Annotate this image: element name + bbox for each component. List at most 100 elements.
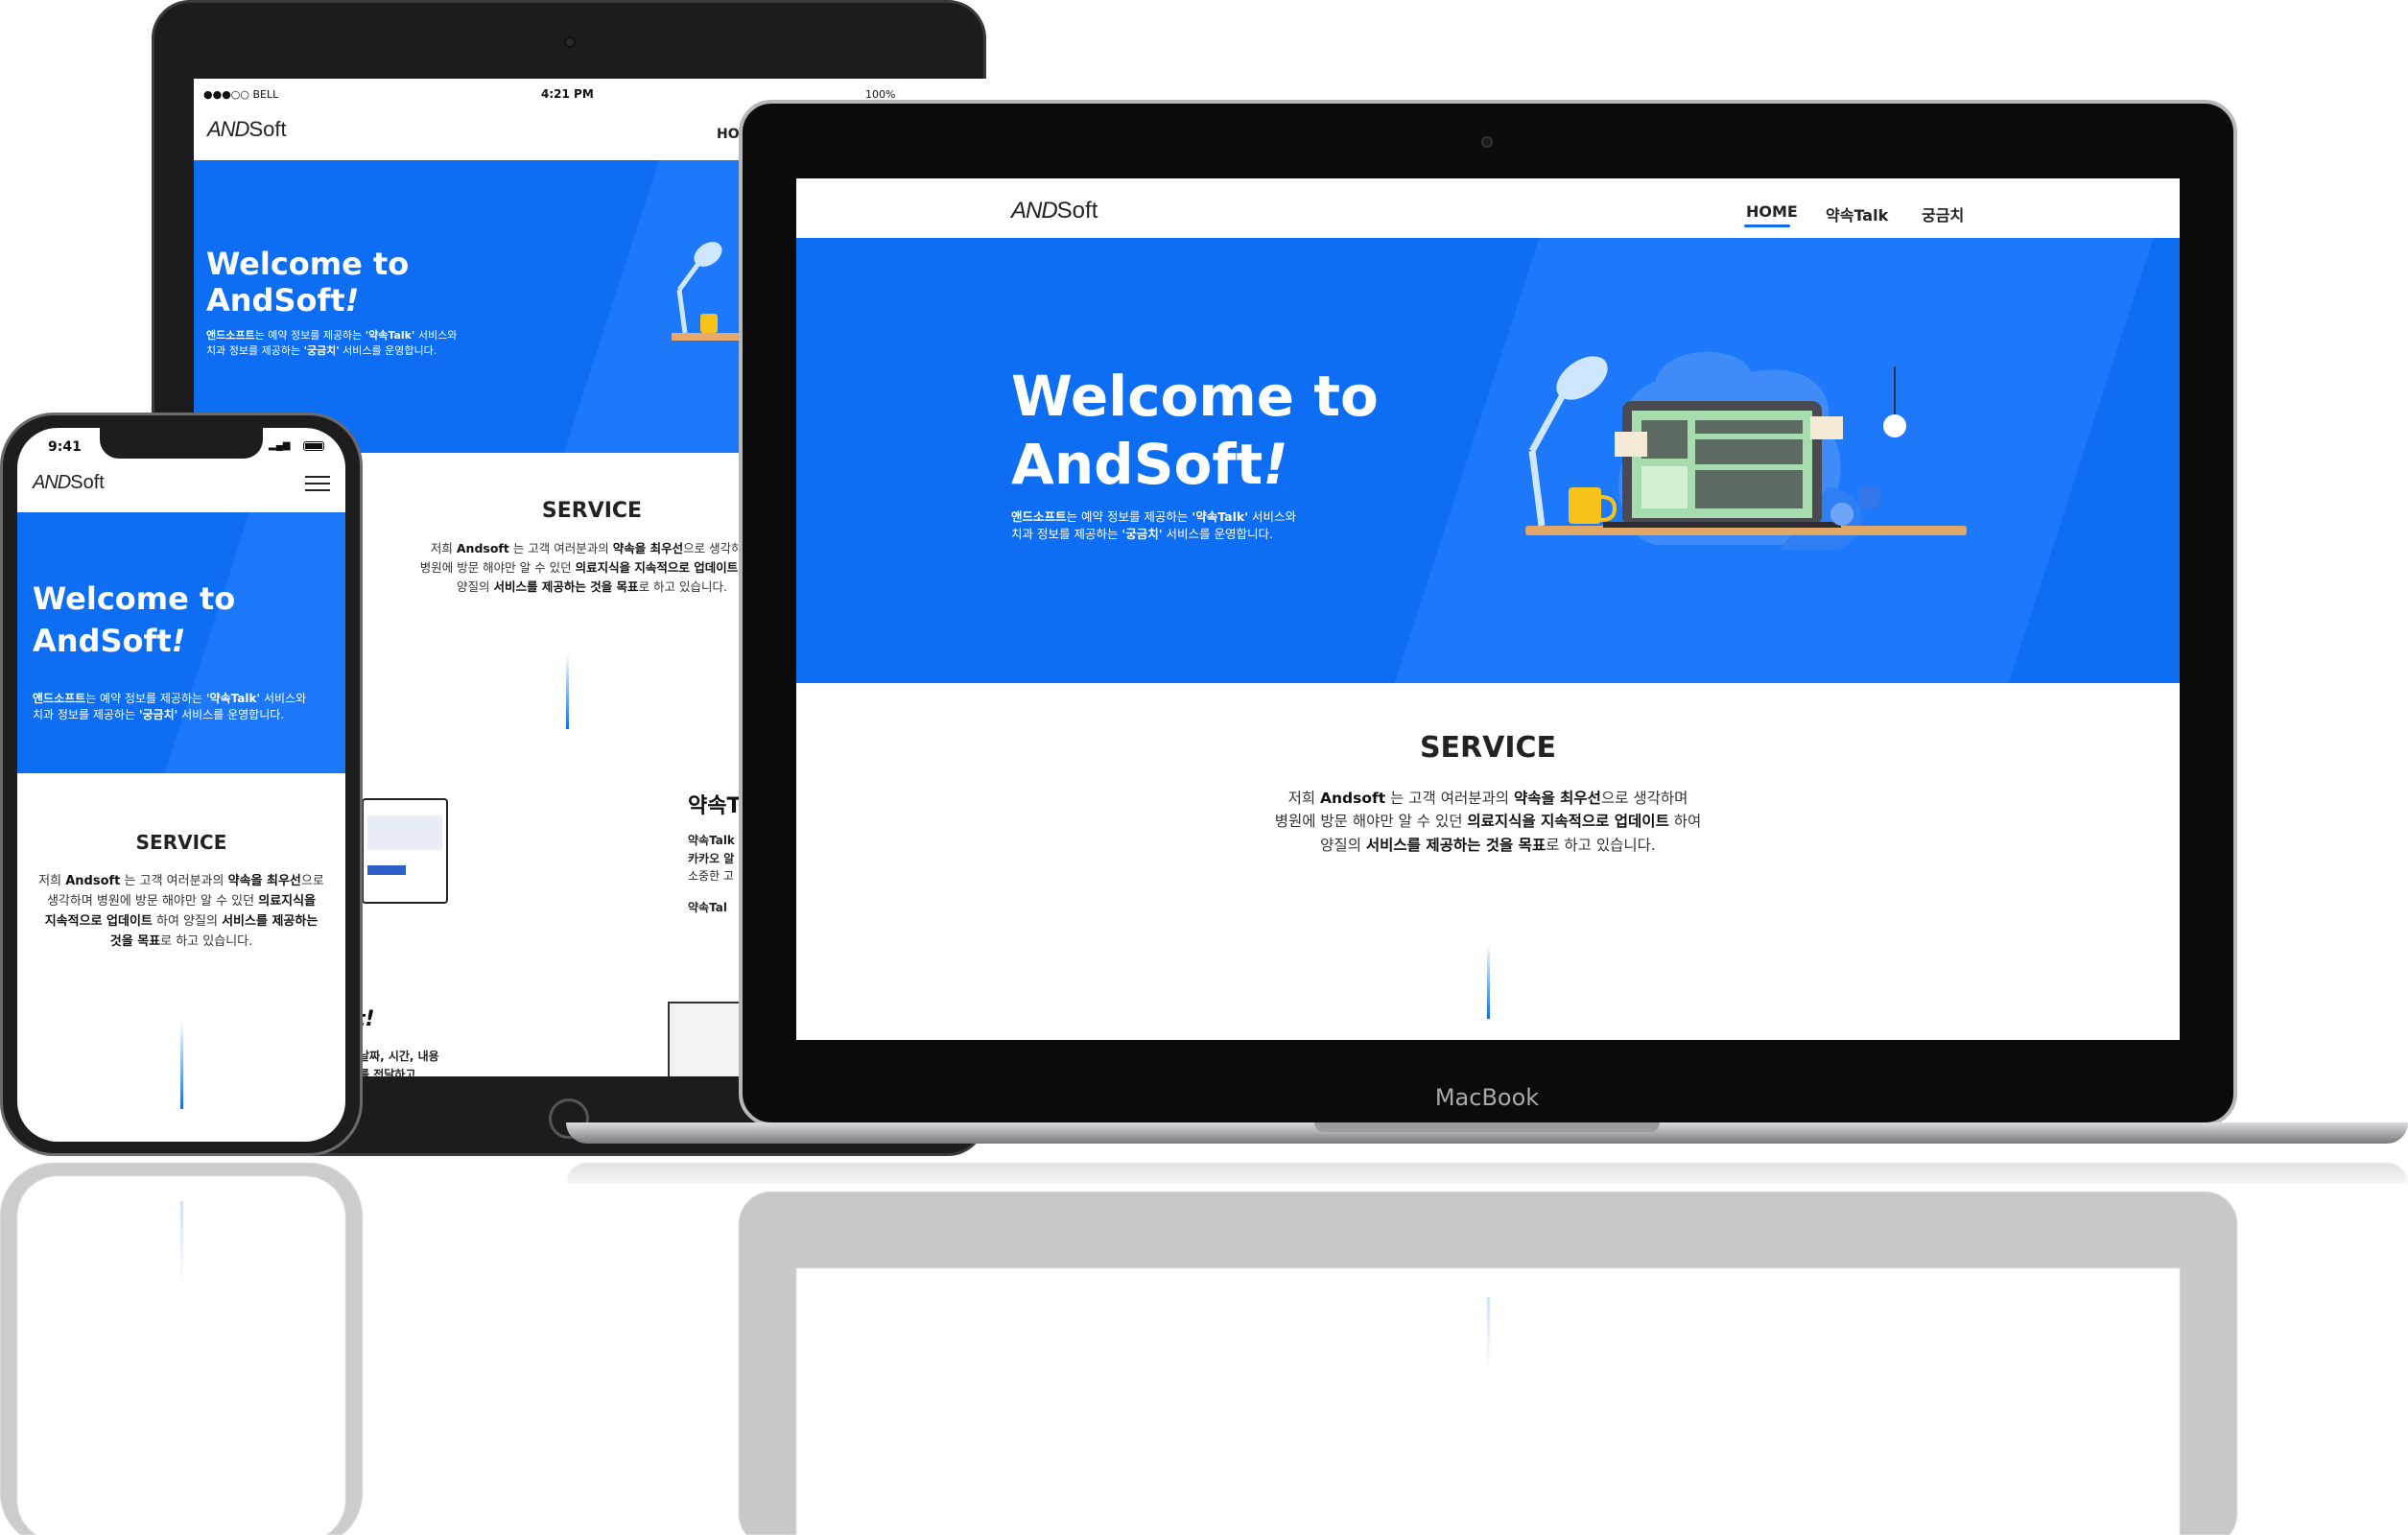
laptop-service-heading: SERVICE [1419,731,1557,765]
bold-segment: 앤드소프트 [1011,509,1067,524]
text-segment: 하여 양질의 [152,914,223,930]
logo-and: AND [207,117,249,141]
text-segment: 치과 정보를 제공하는 [206,343,304,357]
laptop-scroll-indicator [1487,944,1490,1019]
text-segment: 저희 [38,874,66,888]
phone-logo[interactable]: ANDSoft [33,472,105,494]
text-line: 양질의 서비스를 제공하는 것을 목표로 하고 있습니다. [796,834,2180,857]
text-segment: 는 고객 여러분과의 [1385,790,1514,807]
laptop-brand-label: MacBook [1434,1084,1540,1111]
text-segment: 는 고객 여러분과의 [508,541,613,555]
laptop-hero: Welcome to AndSoft! 앤드소프트는 예약 정보를 제공하는 '… [796,238,2180,683]
laptop-camera [1481,136,1493,148]
nav-item-yaksok-talk[interactable]: 약속Talk [1826,202,1888,225]
partial-line: 약속Talk [688,834,735,847]
bold-segment: 것을 목표 [109,934,161,950]
tablet-logo[interactable]: ANDSoft [207,117,287,142]
text-segment: 로 하고 있습니다. [1546,836,1656,854]
text-segment: 는 예약 정보를 제공하는 [1066,509,1192,524]
text-segment: 저희 [1287,790,1321,807]
logo-and: AND [33,472,71,493]
hero-title-line2: AndSoft! [1011,431,1379,499]
text-segment: 는 예약 정보를 제공하는 [85,692,206,705]
text-segment: 병원에 방문 해야만 알 수 있던 [1274,813,1468,831]
hero-title-line1: Welcome to [206,246,410,282]
bold-segment: 약속을 최우선 [1513,790,1601,807]
partial-line: 카카오 알 [688,851,735,865]
bold-segment: '궁금치' [303,343,340,357]
partial-bottom-line: 를 전달하고 [359,1068,416,1076]
bold-segment: '궁금치' [1121,527,1163,542]
bold-segment: '약속Talk' [1192,509,1249,524]
hero-title-mark: ! [344,281,360,319]
text-line: 치과 정보를 제공하는 '궁금치' 서비스를 운영합니다. [206,343,457,359]
tablet-status-time: 4:21 PM [541,87,594,101]
phone-hero: Welcome to AndSoft! 앤드소프트는 예약 정보를 제공하는 '… [17,512,345,773]
laptop-illustration [1525,351,1967,550]
bold-segment: '궁금치' [138,708,178,722]
text-segment: 치과 정보를 제공하는 [33,708,139,722]
bold-segment: 지속적으로 업데이트 [44,914,153,930]
spider-icon [1883,414,1906,437]
tablet-camera [564,36,576,48]
text-line: 치과 정보를 제공하는 '궁금치' 서비스를 운영합니다. [1011,526,1296,543]
bold-segment: 의료지식을 [258,894,317,909]
bold-segment: 서비스를 제공하는 것을 목표 [1365,836,1546,854]
bold-segment: 의료지식을 지속적으로 업데이트 [575,560,739,575]
tablet-partial-bottom: 날짜, 시간, 내용 를 전달하고 [359,1048,439,1076]
phone-hero-desc: 앤드소프트는 예약 정보를 제공하는 '약속Talk' 서비스와 치과 정보를 제… [33,691,306,724]
bold-segment: '약속Talk' [365,329,415,342]
text-line: 지속적으로 업데이트 하여 양질의 서비스를 제공하는 [25,911,338,932]
coffee-mug-icon [1569,487,1601,524]
text-line: 앤드소프트는 예약 정보를 제공하는 '약속Talk' 서비스와 [1011,508,1296,526]
partial-bottom-line: 날짜, 시간, 내용 [359,1050,439,1063]
bold-segment: '약속Talk' [205,692,261,705]
text-segment: 서비스와 [414,329,458,342]
nav-item-gunggeumchi[interactable]: 궁금치 [1922,202,1964,225]
bold-segment: 서비스를 제공하는 [222,914,319,930]
battery-icon [303,441,324,451]
text-segment: 로 하고 있습니다. [160,934,253,950]
hero-title-line2: AndSoft! [206,281,409,319]
text-segment: 서비스와 [1248,509,1297,524]
phone-service-text: 저희 Andsoft 는 고객 여러분과의 약속을 최우선으로 생각하며 병원에 … [25,871,338,952]
bold-segment: 앤드소프트 [206,329,255,342]
tablet-hero-desc: 앤드소프트는 예약 정보를 제공하는 '약속Talk' 서비스와 치과 정보를 제… [206,328,457,359]
phone-service-heading: SERVICE [135,831,227,854]
tablet-service-heading: SERVICE [541,499,643,523]
tablet-section-lines: 약속Talk 카카오 알 소중한 고 약속Tal [688,832,735,916]
logo-soft: Soft [248,117,287,141]
text-segment: 양질의 [457,579,494,594]
text-line: 생각하며 병원에 방문 해야만 알 수 있던 의료지식을 [25,891,338,911]
text-segment: 서비스를 운영합니다. [1162,527,1273,542]
tablet-scroll-indicator [566,654,569,729]
floor-reflection [0,1163,2408,1535]
phone-notch [100,428,263,459]
text-segment: 저희 [430,541,457,555]
bold-segment: 의료지식을 지속적으로 업데이트 [1467,813,1669,831]
hero-title-mark: ! [1263,431,1288,497]
phone-scroll-indicator [180,1021,183,1109]
nav-item-home[interactable]: HOME [1746,202,1798,221]
text-line: 앤드소프트는 예약 정보를 제공하는 '약속Talk' 서비스와 [206,328,457,343]
nav-active-underline [1744,224,1790,227]
text-line: 앤드소프트는 예약 정보를 제공하는 '약속Talk' 서비스와 [33,691,306,707]
text-segment: 는 예약 정보를 제공하는 [254,329,366,342]
hero-title-brand: AndSoft [1011,431,1263,497]
text-segment: 으로 [300,874,324,888]
phone-status-time: 9:41 [48,439,82,455]
laptop-notch [1314,1122,1660,1132]
logo-and: AND [1011,198,1058,224]
text-segment: 서비스와 [260,692,307,705]
partial-line: 약속Tal [688,900,727,914]
text-segment: 치과 정보를 제공하는 [1011,527,1122,542]
menu-icon[interactable] [305,476,330,493]
text-segment: 는 고객 여러분과의 [120,874,228,888]
tablet-section-title-partial: 약속T [688,794,742,818]
laptop-hero-desc: 앤드소프트는 예약 정보를 제공하는 '약속Talk' 서비스와 치과 정보를 제… [1011,508,1296,543]
text-segment: 로 하고 있습니다. [638,579,727,594]
bold-segment: 앤드소프트 [33,692,86,705]
logo-soft: Soft [1056,198,1098,224]
text-line: 치과 정보를 제공하는 '궁금치' 서비스를 운영합니다. [33,707,306,723]
laptop-logo[interactable]: ANDSoft [1011,198,1098,224]
